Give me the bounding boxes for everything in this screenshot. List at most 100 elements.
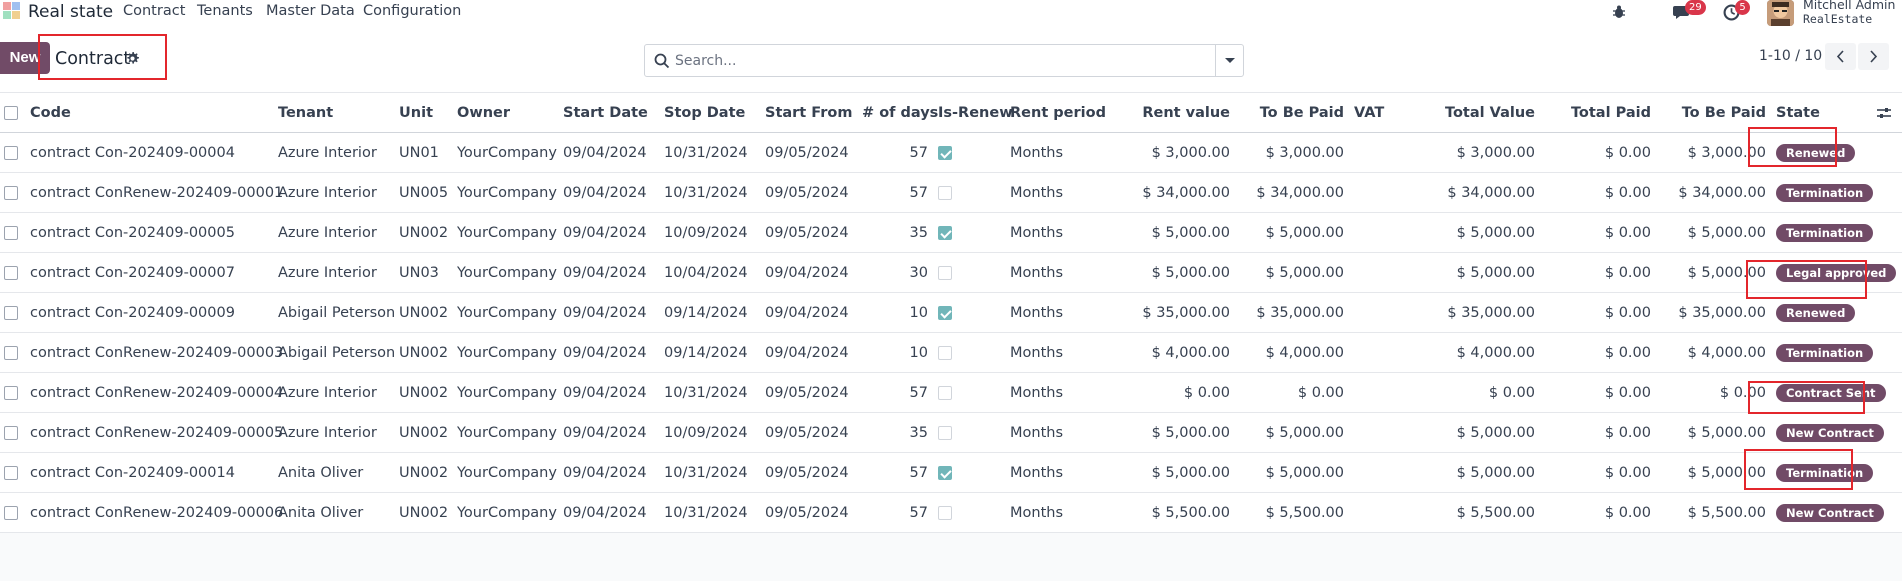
cell-days: 35 — [862, 212, 934, 253]
row-checkbox[interactable] — [4, 385, 18, 400]
status-badge: New Contract — [1776, 423, 1884, 442]
search-options-toggle[interactable] — [1215, 45, 1243, 76]
row-checkbox[interactable] — [4, 425, 18, 440]
header-code[interactable]: Code — [26, 92, 274, 133]
cell-to-be-paid-2: $ 5,000.00 — [1657, 212, 1772, 253]
table-row[interactable]: contract Con-202409-00009 Abigail Peterso… — [0, 292, 1902, 333]
cell-total-paid: $ 0.00 — [1541, 492, 1657, 533]
cell-rent-value: $ 3,000.00 — [1101, 132, 1236, 173]
header-unit[interactable]: Unit — [395, 92, 453, 133]
status-badge: Termination — [1776, 183, 1874, 202]
cell-unit: UN002 — [395, 372, 453, 413]
menu-tenants[interactable]: Tenants — [197, 3, 253, 19]
cell-unit: UN002 — [395, 492, 453, 533]
table-row[interactable]: contract ConRenew-202409-00003 Abigail Pe… — [0, 332, 1902, 373]
menu-configuration[interactable]: Configuration — [363, 3, 461, 19]
menu-contract[interactable]: Contract — [123, 3, 185, 19]
pager-next-button[interactable] — [1858, 43, 1889, 70]
row-select-cell — [0, 492, 26, 533]
table-row[interactable]: contract Con-202409-00007 Azure Interior U… — [0, 252, 1902, 293]
table-row[interactable]: contract Con-202409-00004 Azure Interior U… — [0, 132, 1902, 173]
cell-start-from: 09/05/2024 — [761, 452, 862, 493]
table-header-row: Code Tenant Unit Owner Start Date Stop D… — [0, 92, 1902, 133]
user-company[interactable]: RealEstate — [1803, 12, 1872, 26]
cell-vat — [1350, 372, 1390, 413]
header-to-be-paid[interactable]: To Be Paid — [1236, 92, 1350, 133]
header-rent-value[interactable]: Rent value — [1101, 92, 1236, 133]
column-settings-icon[interactable] — [1876, 105, 1892, 121]
cell-days: 35 — [862, 412, 934, 453]
pager-previous-button[interactable] — [1825, 43, 1856, 70]
cell-unit: UN03 — [395, 252, 453, 293]
menu-master-data[interactable]: Master Data — [266, 3, 355, 19]
cell-stop-date: 10/31/2024 — [660, 172, 761, 213]
cell-vat — [1350, 412, 1390, 453]
header-state-label[interactable]: State — [1776, 105, 1820, 121]
cell-code: contract Con-202409-00014 — [26, 452, 274, 493]
cell-days: 57 — [862, 132, 934, 173]
row-checkbox[interactable] — [4, 505, 18, 520]
row-checkbox[interactable] — [4, 305, 18, 320]
cell-stop-date: 09/14/2024 — [660, 332, 761, 373]
cell-start-from: 09/05/2024 — [761, 372, 862, 413]
header-rent-period[interactable]: Rent period — [1006, 92, 1106, 133]
table-row[interactable]: contract ConRenew-202409-00001 Azure Inte… — [0, 172, 1902, 213]
app-logo-icon[interactable] — [2, 0, 22, 22]
cell-stop-date: 10/31/2024 — [660, 452, 761, 493]
activities-badge: 5 — [1735, 0, 1750, 15]
cell-tenant: Azure Interior — [274, 172, 395, 213]
row-checkbox[interactable] — [4, 145, 18, 160]
table-row[interactable]: contract ConRenew-202409-00005 Azure Inte… — [0, 412, 1902, 453]
cell-total-value: $ 34,000.00 — [1390, 172, 1541, 213]
contract-table: Code Tenant Unit Owner Start Date Stop D… — [0, 92, 1902, 533]
status-badge: Renewed — [1776, 303, 1856, 322]
header-is-renew[interactable]: Is-Renew — [934, 92, 1013, 133]
is-renew-checkbox — [938, 225, 952, 240]
search-box[interactable] — [644, 44, 1244, 77]
header-tenant[interactable]: Tenant — [274, 92, 395, 133]
table-row[interactable]: contract Con-202409-00014 Anita Oliver UN0… — [0, 452, 1902, 493]
user-name[interactable]: Mitchell Admin — [1803, 0, 1895, 12]
row-checkbox[interactable] — [4, 225, 18, 240]
cell-total-value: $ 5,000.00 — [1390, 412, 1541, 453]
cell-start-from: 09/05/2024 — [761, 212, 862, 253]
row-checkbox[interactable] — [4, 465, 18, 480]
row-checkbox[interactable] — [4, 265, 18, 280]
search-input[interactable] — [675, 45, 1205, 76]
cell-start-date: 09/04/2024 — [559, 412, 660, 453]
cell-owner: YourCompany — [453, 372, 559, 413]
header-stop-date[interactable]: Stop Date — [660, 92, 761, 133]
select-all-checkbox[interactable] — [4, 105, 18, 120]
cell-days: 57 — [862, 492, 934, 533]
cell-tenant: Anita Oliver — [274, 452, 395, 493]
header-vat[interactable]: VAT — [1350, 92, 1390, 133]
table-row[interactable]: contract Con-202409-00005 Azure Interior U… — [0, 212, 1902, 253]
status-badge: Termination — [1776, 223, 1874, 242]
header-total-paid[interactable]: Total Paid — [1541, 92, 1657, 133]
cell-start-from: 09/04/2024 — [761, 252, 862, 293]
header-start-date[interactable]: Start Date — [559, 92, 660, 133]
cell-rent-period: Months — [1006, 212, 1101, 253]
pager-value[interactable]: 1-10 / 10 — [1759, 48, 1822, 64]
cell-tenant: Azure Interior — [274, 212, 395, 253]
header-total-value[interactable]: Total Value — [1390, 92, 1541, 133]
cell-rent-period: Months — [1006, 412, 1101, 453]
cell-state: New Contract — [1772, 492, 1902, 533]
chevron-right-icon — [1870, 50, 1878, 63]
bug-icon[interactable] — [1611, 4, 1627, 20]
row-select-cell — [0, 212, 26, 253]
row-checkbox[interactable] — [4, 185, 18, 200]
avatar[interactable] — [1767, 0, 1794, 26]
header-start-from[interactable]: Start From — [761, 92, 862, 133]
table-row[interactable]: contract ConRenew-202409-00006 Anita Oliv… — [0, 492, 1902, 533]
row-checkbox[interactable] — [4, 345, 18, 360]
cell-days: 57 — [862, 172, 934, 213]
cell-rent-period: Months — [1006, 252, 1101, 293]
app-name[interactable]: Real state — [28, 2, 113, 22]
cell-state: Termination — [1772, 172, 1902, 213]
table-row[interactable]: contract ConRenew-202409-00004 Azure Inte… — [0, 372, 1902, 413]
header-days[interactable]: # of days — [862, 92, 938, 133]
header-owner[interactable]: Owner — [453, 92, 559, 133]
cell-start-from: 09/04/2024 — [761, 292, 862, 333]
cell-vat — [1350, 212, 1390, 253]
